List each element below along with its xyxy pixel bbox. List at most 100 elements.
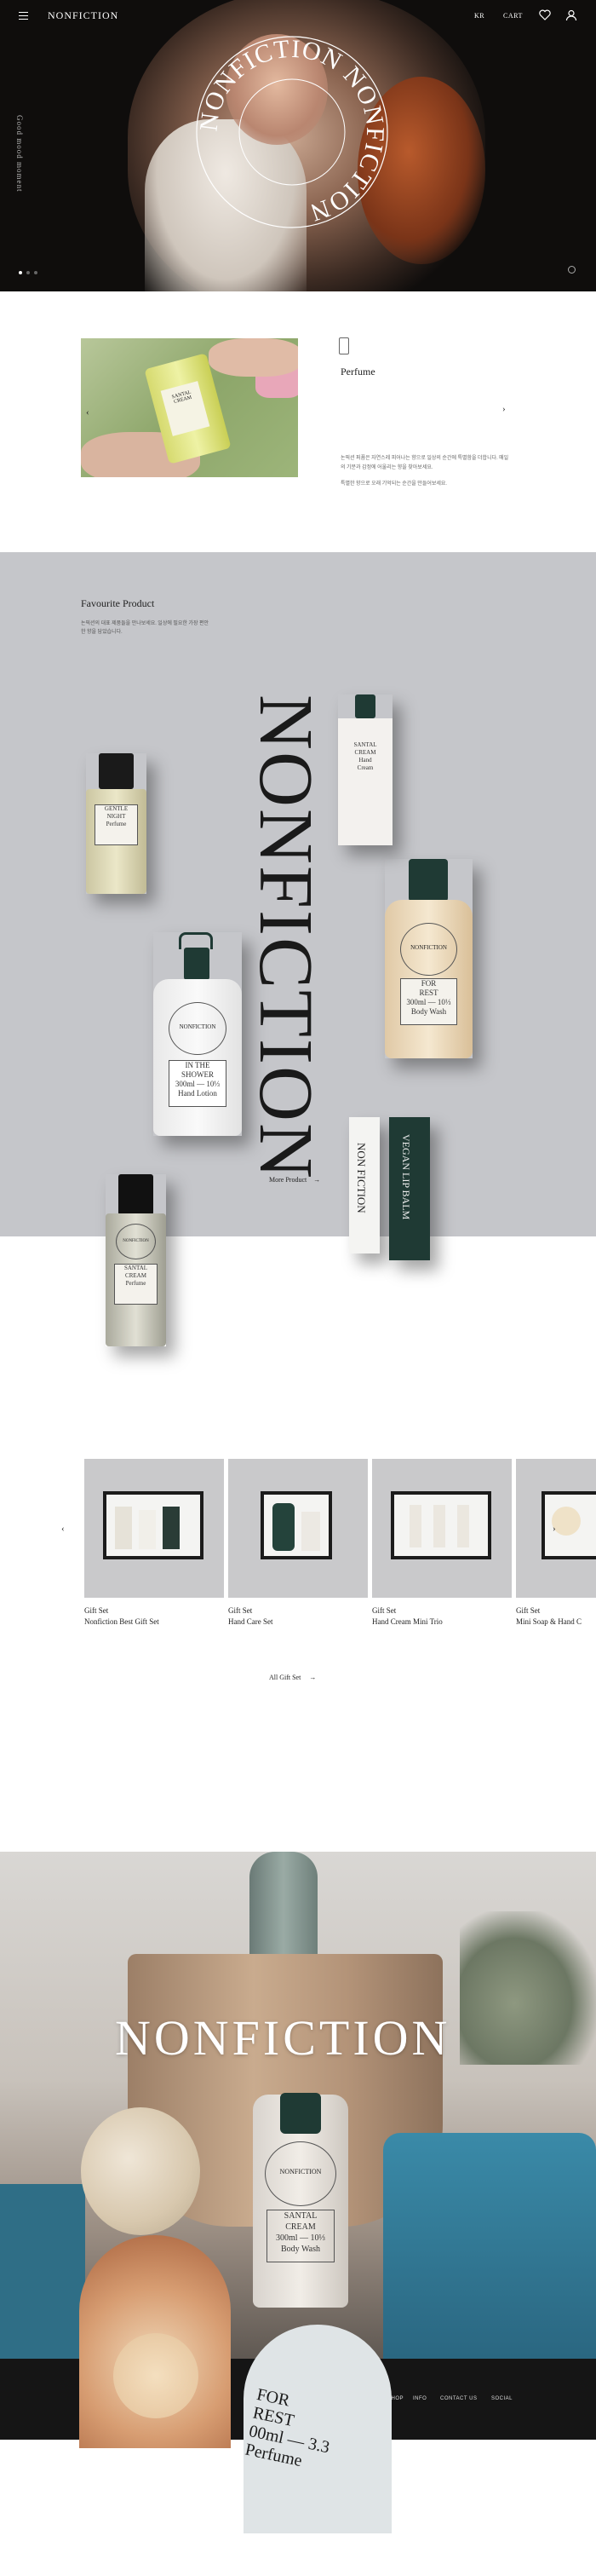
user-account-icon[interactable]: [565, 9, 577, 21]
product-mini: [272, 1503, 295, 1551]
in-the-shower-label: IN THE SHOWER 300ml — 10⅓ Hand Lotion: [169, 1060, 226, 1107]
slider-dot[interactable]: [34, 271, 37, 274]
slider-autoplay-icon[interactable]: [568, 266, 576, 274]
label-line: Perfume: [125, 1280, 146, 1287]
blue-tile-left: [0, 2184, 85, 2359]
gift-box: [391, 1491, 491, 1559]
all-gift-set-link[interactable]: All Gift Set →: [269, 1674, 316, 1681]
gift-name[interactable]: Hand Cream Mini Trio: [372, 1617, 443, 1626]
gift-category: Gift Set: [516, 1606, 541, 1615]
perfume-description: 논픽션 퍼퓸은 자연스레 피어나는 향으로 일상의 순간에 특별함을 더합니다.…: [341, 454, 511, 489]
label-line: 300ml — 10⅓: [275, 2233, 326, 2243]
top-navigation: NONFICTION KR CART: [0, 0, 596, 34]
perfume-prev-arrow-icon[interactable]: ‹: [86, 407, 89, 418]
body-wash-cap: [280, 2093, 321, 2134]
arch-perfume-text: FOR REST 00ml — 3.3 Perfume: [244, 2384, 332, 2471]
gift-category: Gift Set: [372, 1606, 397, 1615]
gift-card-image[interactable]: [372, 1459, 512, 1598]
product-mini: [301, 1512, 320, 1551]
wishlist-heart-icon[interactable]: [539, 9, 551, 20]
perfume-bottle-icon: [339, 337, 349, 354]
bottle-cap: [118, 1174, 153, 1215]
product-mini: [433, 1505, 445, 1547]
gift-name[interactable]: Nonfiction Best Gift Set: [84, 1617, 159, 1626]
product-mini: [115, 1507, 132, 1549]
bottle-cap: [409, 859, 448, 902]
pump-neck: [184, 948, 209, 980]
label-line: CREAM: [125, 1272, 146, 1279]
site-logo[interactable]: NONFICTION: [48, 9, 118, 22]
arrow-right-icon: →: [309, 1674, 317, 1681]
gift-box: [261, 1491, 332, 1559]
cart-link[interactable]: CART: [503, 12, 523, 20]
gift-category: Gift Set: [84, 1606, 109, 1615]
footer-info-link[interactable]: INFO: [413, 2396, 427, 2401]
gift-prev-arrow-icon[interactable]: ‹: [61, 1524, 65, 1534]
santal-cream-hand-cream[interactable]: SANTAL CREAM Hand Cream: [338, 694, 393, 845]
product-mini: [163, 1507, 180, 1549]
brand-seal: NONFICTION NONFICTION: [194, 35, 388, 228]
all-gift-set-label: All Gift Set: [269, 1674, 301, 1681]
favourite-description: 논픽션의 대표 제품들을 만나보세요. 일상에 필요한 가장 편안한 향을 담았…: [81, 621, 209, 635]
favourite-title: Favourite Product: [81, 597, 155, 609]
gift-next-arrow-icon[interactable]: ›: [553, 1524, 556, 1534]
label-line: 300ml — 10⅓: [406, 998, 451, 1006]
for-rest-label: FOR REST 300ml — 10⅓ Body Wash: [400, 978, 457, 1025]
gentle-night-perfume[interactable]: GENTLE NIGHT Perfume: [86, 753, 146, 894]
label-line: REST: [419, 988, 438, 997]
gift-box: [542, 1491, 596, 1559]
language-kr-link[interactable]: KR: [474, 12, 484, 20]
label-line: 300ml — 10⅓: [175, 1080, 221, 1088]
label-line: CREAM: [285, 2222, 316, 2232]
lip-balm-green-text: VEGAN LIP BALM: [400, 1134, 412, 1220]
label-line: SHOWER: [181, 1070, 214, 1079]
hand-cream-label: SANTAL CREAM Hand Cream: [343, 741, 387, 803]
perfume-next-arrow-icon[interactable]: ›: [502, 404, 506, 414]
label-line: Cream: [357, 764, 374, 771]
soap-image: [113, 2333, 198, 2418]
label-line: CREAM: [354, 749, 376, 756]
arrow-right-icon: →: [313, 1176, 321, 1184]
label-line: SANTAL: [353, 741, 377, 748]
more-product-label: More Product: [269, 1176, 307, 1184]
lip-balm-white[interactable]: NON FICTION: [349, 1117, 380, 1253]
gift-box: [103, 1491, 203, 1559]
product-mini: [139, 1510, 156, 1549]
label-line: Perfume: [106, 821, 127, 827]
hero-banner: NONFICTION NONFICTION NONFICTION KR CART…: [0, 0, 596, 291]
hamburger-menu-icon[interactable]: [19, 12, 28, 20]
blue-basin-right: [383, 2133, 596, 2359]
label-line: GENTLE: [104, 805, 129, 812]
product-mini: [457, 1505, 469, 1547]
slider-dot-active[interactable]: [19, 271, 22, 274]
in-the-shower-hand-lotion[interactable]: NONFICTION IN THE SHOWER 300ml — 10⅓ Han…: [153, 932, 242, 1136]
lip-balm-white-text: NON FICTION: [355, 1143, 368, 1213]
more-product-link[interactable]: More Product →: [269, 1176, 320, 1184]
gift-name[interactable]: Hand Care Set: [228, 1617, 272, 1626]
hero-slider-dots: [19, 271, 37, 274]
gift-card-image[interactable]: [228, 1459, 368, 1598]
label-line: IN THE: [185, 1061, 210, 1069]
seal-mini: NONFICTION: [400, 923, 457, 976]
gift-name[interactable]: Mini Soap & Hand C: [516, 1617, 596, 1626]
slider-dot[interactable]: [26, 271, 30, 274]
gift-card-image[interactable]: [84, 1459, 224, 1598]
label-line: Body Wash: [410, 1007, 447, 1016]
footer-contact-link[interactable]: CONTACT US: [440, 2396, 477, 2401]
body-wash-label: SANTAL CREAM 300ml — 10⅓ Body Wash: [266, 2210, 335, 2262]
for-rest-body-wash[interactable]: NONFICTION FOR REST 300ml — 10⅓ Body Was…: [385, 859, 473, 1058]
label-line: NIGHT: [106, 813, 126, 820]
brand-wordmark: NONFICTION: [115, 2010, 451, 2066]
vegan-lip-balm[interactable]: VEGAN LIP BALM: [389, 1117, 430, 1260]
perfume-desc-line: 특별한 향으로 오래 기억되는 순간을 만들어보세요.: [341, 481, 447, 487]
santal-perfume-label: SANTAL CREAM Perfume: [114, 1264, 158, 1305]
label-line: FOR: [421, 979, 437, 988]
perfume-image: SANTAL CREAM: [81, 338, 298, 477]
label-line: Hand Lotion: [178, 1089, 217, 1098]
gift-card-image[interactable]: [516, 1459, 596, 1598]
perfume-title: Perfume: [341, 366, 375, 377]
santal-cream-perfume[interactable]: NONFICTION SANTAL CREAM Perfume: [106, 1174, 166, 1346]
hand-image: [209, 338, 298, 377]
footer-social-link[interactable]: SOCIAL: [491, 2396, 513, 2401]
hero-vertical-tagline: Good mood moment: [15, 115, 24, 193]
